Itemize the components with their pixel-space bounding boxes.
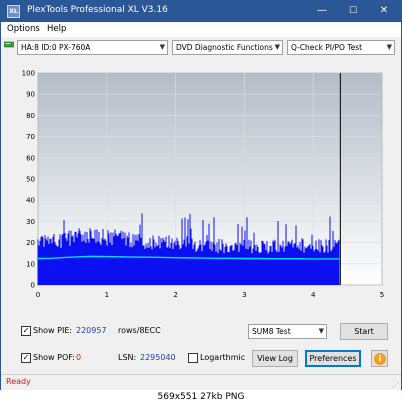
controls-panel: ✓ Show PIE: 220957 rows/8ECC SUM8 Test ▼… xyxy=(1,316,401,374)
drive-icon xyxy=(4,41,14,48)
y-tick-label: 40 xyxy=(26,197,35,205)
start-button[interactable]: Start xyxy=(340,323,388,340)
y-tick-label: 90 xyxy=(26,91,35,99)
menu-options[interactable]: Options xyxy=(7,24,40,34)
y-tick-label: 0 xyxy=(31,282,35,290)
chevron-down-icon: ▼ xyxy=(318,327,324,335)
x-tick-label: 5 xyxy=(380,291,384,299)
x-tick-label: 2 xyxy=(173,291,177,299)
pie-value: 220957 xyxy=(76,326,107,335)
minimize-button[interactable]: — xyxy=(313,3,331,19)
show-pof-label: Show POF: xyxy=(33,353,75,362)
app-logo-icon: XL xyxy=(7,5,20,18)
x-tick-label: 0 xyxy=(36,291,40,299)
menu-help[interactable]: Help xyxy=(47,24,66,34)
menu-bar: Options Help xyxy=(1,22,401,37)
function-select-value: DVD Diagnostic Functions xyxy=(176,43,273,52)
window-title: PlexTools Professional XL V3.16 xyxy=(27,5,168,15)
title-bar: XL PlexTools Professional XL V3.16 — ☐ ✕ xyxy=(1,1,401,22)
y-tick-label: 50 xyxy=(26,176,35,184)
maximize-button[interactable]: ☐ xyxy=(344,3,362,19)
drive-select-value: HA:8 ID:0 PX-760A xyxy=(21,43,91,52)
image-caption: 569x551 27kb PNG xyxy=(0,390,402,404)
show-pof-checkbox[interactable]: ✓ xyxy=(21,353,31,363)
test-select-value: Q-Check PI/PO Test xyxy=(291,43,363,52)
y-tick-label: 10 xyxy=(26,260,35,268)
chart-canvas: 0 10 20 30 40 50 60 70 80 90 100 0 1 2 3 4 5 xyxy=(22,70,385,300)
toolbar: HA:8 ID:0 PX-760A ▼ DVD Diagnostic Funct… xyxy=(1,38,401,58)
y-tick-label: 20 xyxy=(26,239,35,247)
info-button[interactable]: i xyxy=(371,350,388,367)
show-pie-label: Show PIE: xyxy=(33,326,73,335)
resize-grip-icon[interactable]: ⋰ xyxy=(392,381,399,389)
function-select[interactable]: DVD Diagnostic Functions ▼ xyxy=(172,40,283,55)
test-select[interactable]: Q-Check PI/PO Test ▼ xyxy=(287,40,395,55)
close-button[interactable]: ✕ xyxy=(375,3,393,19)
y-tick-label: 80 xyxy=(26,112,35,120)
chevron-down-icon: ▼ xyxy=(386,43,392,51)
drive-select[interactable]: HA:8 ID:0 PX-760A ▼ xyxy=(17,40,168,55)
logarithmic-checkbox[interactable] xyxy=(188,353,198,363)
x-tick-label: 4 xyxy=(311,291,316,299)
pie-unit: rows/8ECC xyxy=(118,326,161,335)
chevron-down-icon: ▼ xyxy=(159,43,165,51)
y-tick-label: 30 xyxy=(26,218,35,226)
status-bar: Ready ⋰ xyxy=(1,374,401,390)
view-log-button[interactable]: View Log xyxy=(252,350,298,367)
status-text: Ready xyxy=(6,377,31,386)
y-tick-label: 60 xyxy=(26,154,35,162)
info-icon: i xyxy=(374,353,386,365)
preferences-button[interactable]: Preferences xyxy=(305,350,361,367)
chevron-down-icon: ▼ xyxy=(274,43,280,51)
y-tick-label: 100 xyxy=(22,70,35,78)
app-window: XL PlexTools Professional XL V3.16 — ☐ ✕… xyxy=(0,0,402,390)
sum-test-select-value: SUM8 Test xyxy=(252,327,291,336)
show-pie-checkbox[interactable]: ✓ xyxy=(21,326,31,336)
x-tick-label: 3 xyxy=(242,291,246,299)
pof-value: 0 xyxy=(76,353,82,362)
y-tick-label: 70 xyxy=(26,133,35,141)
x-tick-label: 1 xyxy=(105,291,109,299)
sum-test-select[interactable]: SUM8 Test ▼ xyxy=(248,324,327,339)
logarithmic-label: Logarthmic xyxy=(200,353,246,362)
pi-po-chart: 0 10 20 30 40 50 60 70 80 90 100 0 1 2 3 4 5 xyxy=(6,61,396,309)
lsn-label: LSN: xyxy=(118,353,137,362)
lsn-value: 2295040 xyxy=(140,353,176,362)
